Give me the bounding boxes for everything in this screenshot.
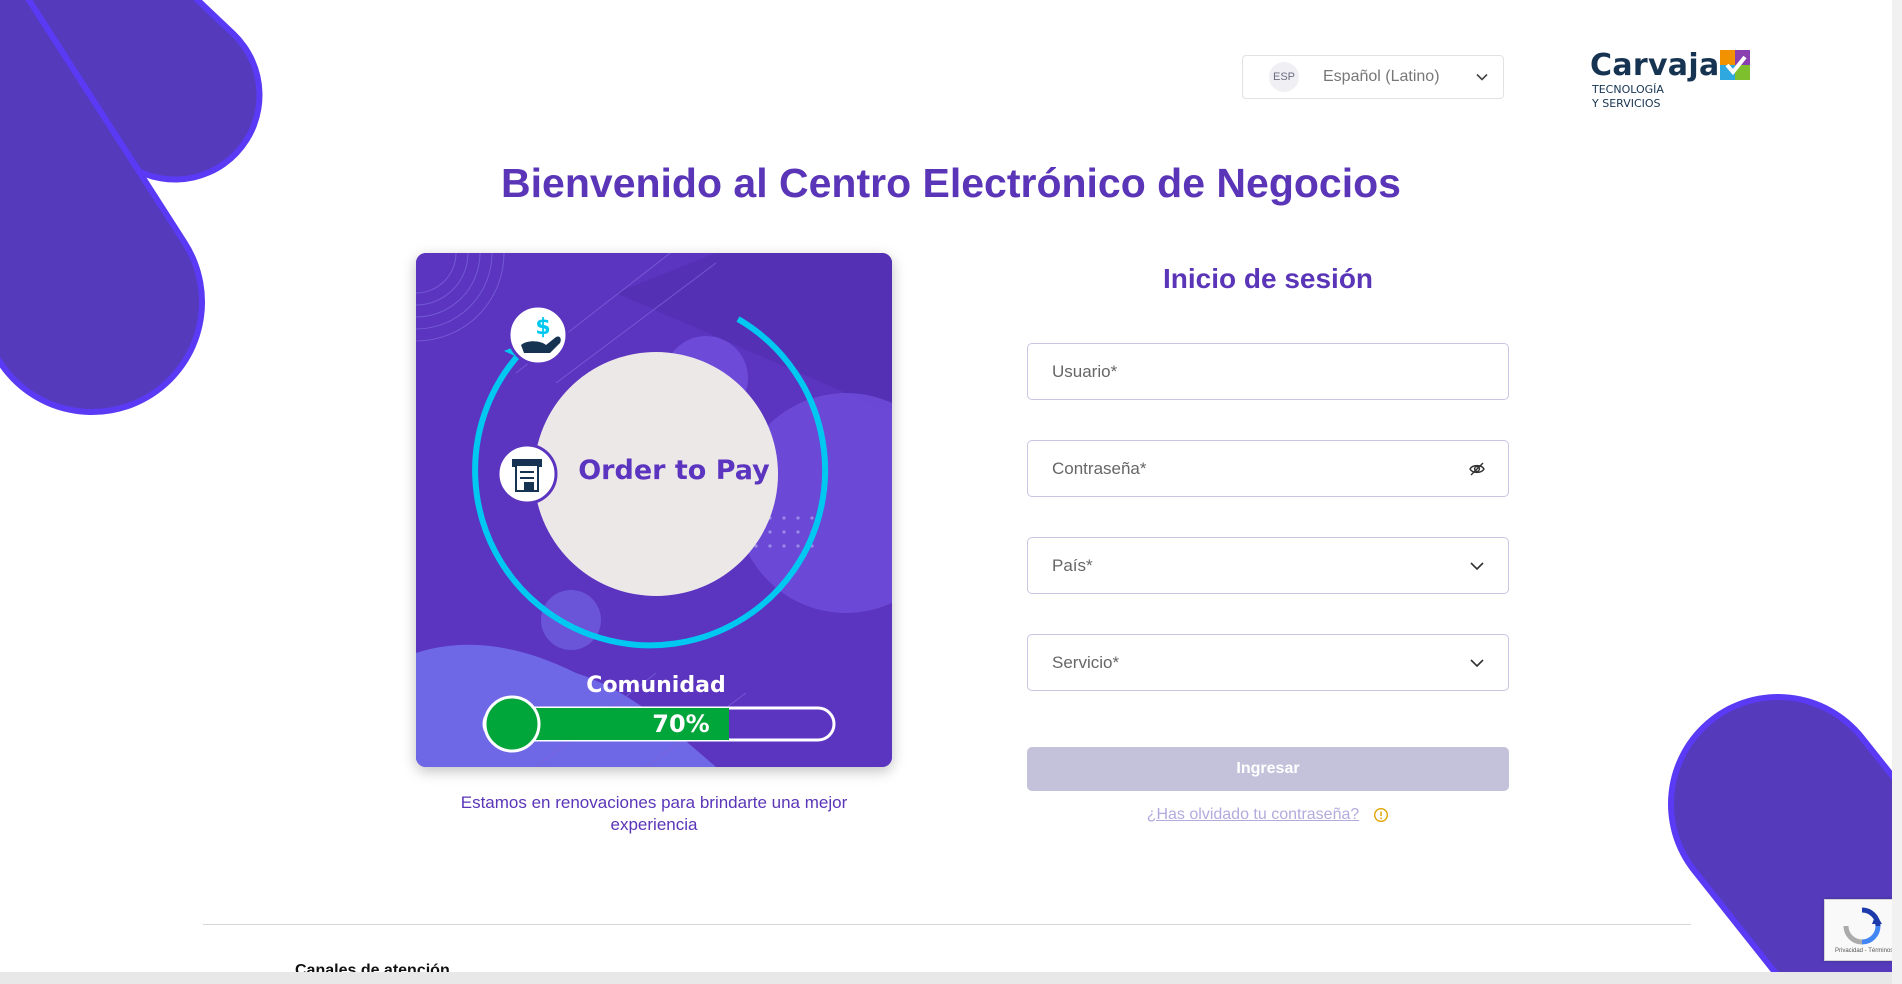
login-submit-button[interactable]: Ingresar <box>1027 747 1509 791</box>
community-progress-text: 70% <box>652 710 710 738</box>
language-label: Español (Latino) <box>1323 68 1440 85</box>
recaptcha-badge[interactable]: Privacidad - Términos <box>1824 899 1902 961</box>
info-icon[interactable] <box>1373 807 1389 823</box>
promo-product-title: Order to Pay <box>578 455 770 486</box>
logo-mark-icon <box>1720 50 1750 80</box>
promo-caption: Estamos en renovaciones para brindarte u… <box>460 793 848 834</box>
svg-text:$: $ <box>535 315 550 340</box>
language-code-badge: ESP <box>1269 62 1299 92</box>
recaptcha-links[interactable]: Privacidad - Términos <box>1835 948 1893 954</box>
country-select[interactable]: País* <box>1027 537 1509 594</box>
eye-off-icon[interactable] <box>1468 460 1486 478</box>
password-field[interactable] <box>1027 440 1509 497</box>
promo-card: $ Order to Pay Comunidad 70% <box>416 253 892 767</box>
horizontal-scrollbar[interactable] <box>0 972 1902 984</box>
recaptcha-icon <box>1843 907 1882 945</box>
chevron-down-icon <box>1476 73 1488 81</box>
username-field[interactable] <box>1027 343 1509 400</box>
password-input[interactable] <box>1052 458 1468 479</box>
forgot-password-link[interactable]: ¿Has olvidado tu contraseña? <box>1147 806 1360 824</box>
country-select-label: País* <box>1052 555 1093 575</box>
logo-subtitle-line1: TECNOLOGÍA <box>1592 83 1664 96</box>
decor-top-left <box>0 0 263 415</box>
footer-divider <box>203 924 1691 925</box>
forgot-password-row: ¿Has olvidado tu contraseña? <box>1027 806 1509 824</box>
service-select[interactable]: Servicio* <box>1027 634 1509 691</box>
chevron-down-icon <box>1470 561 1484 570</box>
carvajal-logo: Carvajal TECNOLOGÍA Y SERVICIOS <box>1590 48 1755 112</box>
service-select-label: Servicio* <box>1052 652 1120 672</box>
language-selector[interactable]: ESP Español (Latino) <box>1242 55 1504 99</box>
vertical-scrollbar[interactable] <box>1892 0 1902 984</box>
page-title: Bienvenido al Centro Electrónico de Nego… <box>501 160 1401 206</box>
logo-name: Carvajal <box>1590 48 1731 83</box>
logo-subtitle-line2: Y SERVICIOS <box>1592 97 1661 110</box>
login-title: Inicio de sesión <box>1162 263 1374 294</box>
community-label: Comunidad <box>586 673 726 698</box>
username-input[interactable] <box>1052 361 1486 382</box>
chevron-down-icon <box>1470 658 1484 667</box>
